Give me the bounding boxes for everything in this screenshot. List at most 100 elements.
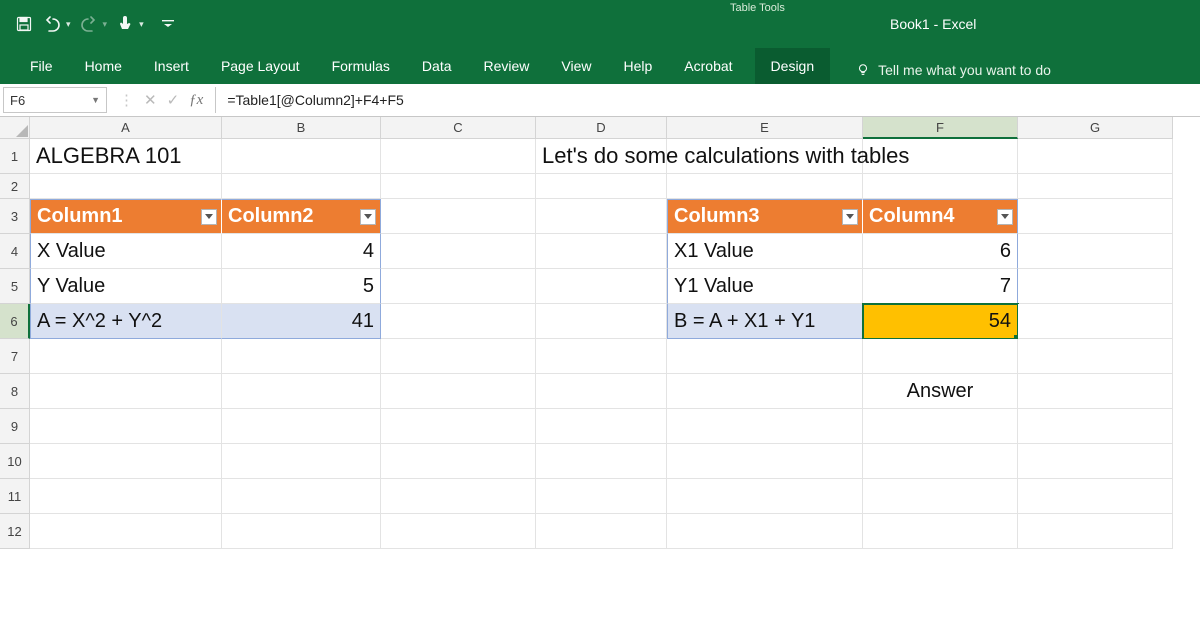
cell-E4[interactable]: X1 Value (667, 234, 863, 269)
cancel-icon[interactable]: ✕ (144, 91, 157, 109)
cell-E6[interactable]: B = A + X1 + Y1 (667, 304, 863, 339)
cell-A4[interactable]: X Value (30, 234, 222, 269)
cell-C8[interactable] (381, 374, 536, 409)
fx-icon[interactable]: ƒx (189, 92, 203, 109)
cell-D6[interactable] (536, 304, 667, 339)
col-header-C[interactable]: C (381, 117, 536, 139)
cell-A3[interactable]: Column1 (30, 199, 222, 234)
cell-D3[interactable] (536, 199, 667, 234)
cell-F8[interactable]: Answer (863, 374, 1018, 409)
tab-page-layout[interactable]: Page Layout (205, 48, 316, 84)
cell-D8[interactable] (536, 374, 667, 409)
cell-G2[interactable] (1018, 174, 1173, 199)
name-box[interactable]: F6 ▼ (3, 87, 107, 113)
tab-review[interactable]: Review (468, 48, 546, 84)
cell-B9[interactable] (222, 409, 381, 444)
tab-formulas[interactable]: Formulas (316, 48, 406, 84)
col-header-E[interactable]: E (667, 117, 863, 139)
row-header-6[interactable]: 6 (0, 304, 30, 339)
spreadsheet-grid[interactable]: A B C D E F G 1 ALGEBRA 101 Let's do som… (0, 117, 1200, 549)
cell-F4[interactable]: 6 (863, 234, 1018, 269)
tab-data[interactable]: Data (406, 48, 468, 84)
row-header-2[interactable]: 2 (0, 174, 30, 199)
cell-A5[interactable]: Y Value (30, 269, 222, 304)
row-header-10[interactable]: 10 (0, 444, 30, 479)
row-header-7[interactable]: 7 (0, 339, 30, 374)
row-header-1[interactable]: 1 (0, 139, 30, 174)
tell-me-search[interactable]: Tell me what you want to do (830, 48, 1067, 84)
cell-B1[interactable] (222, 139, 381, 174)
cell-E7[interactable] (667, 339, 863, 374)
row-header-12[interactable]: 12 (0, 514, 30, 549)
cell-D1[interactable]: Let's do some calculations with tables (536, 139, 667, 174)
cell-D4[interactable] (536, 234, 667, 269)
cell-D2[interactable] (536, 174, 667, 199)
cell-B12[interactable] (222, 514, 381, 549)
save-icon[interactable] (14, 14, 34, 34)
cell-C9[interactable] (381, 409, 536, 444)
cell-D11[interactable] (536, 479, 667, 514)
cell-C11[interactable] (381, 479, 536, 514)
cell-A11[interactable] (30, 479, 222, 514)
cell-E2[interactable] (667, 174, 863, 199)
cell-G9[interactable] (1018, 409, 1173, 444)
col-header-B[interactable]: B (222, 117, 381, 139)
cell-C2[interactable] (381, 174, 536, 199)
cell-C3[interactable] (381, 199, 536, 234)
cell-G8[interactable] (1018, 374, 1173, 409)
cell-A9[interactable] (30, 409, 222, 444)
row-header-11[interactable]: 11 (0, 479, 30, 514)
cell-F11[interactable] (863, 479, 1018, 514)
filter-icon[interactable] (360, 209, 376, 225)
cell-G4[interactable] (1018, 234, 1173, 269)
touch-mode-icon[interactable] (115, 14, 135, 34)
tab-help[interactable]: Help (608, 48, 669, 84)
cell-G10[interactable] (1018, 444, 1173, 479)
cell-B7[interactable] (222, 339, 381, 374)
tab-acrobat[interactable]: Acrobat (668, 48, 748, 84)
cell-C7[interactable] (381, 339, 536, 374)
formula-split-icon[interactable]: ⋮ (119, 91, 134, 109)
cell-G1[interactable] (1018, 139, 1173, 174)
cell-E5[interactable]: Y1 Value (667, 269, 863, 304)
cell-F10[interactable] (863, 444, 1018, 479)
filter-icon[interactable] (201, 209, 217, 225)
chevron-down-icon[interactable]: ▼ (91, 95, 100, 105)
enter-icon[interactable]: ✓ (167, 91, 180, 109)
cell-D12[interactable] (536, 514, 667, 549)
filter-icon[interactable] (842, 209, 858, 225)
cell-E9[interactable] (667, 409, 863, 444)
cell-G7[interactable] (1018, 339, 1173, 374)
filter-icon[interactable] (997, 209, 1013, 225)
tab-design[interactable]: Design (755, 48, 831, 84)
redo-dropdown-icon[interactable]: ▾ (103, 19, 108, 30)
cell-F3[interactable]: Column4 (863, 199, 1018, 234)
undo-dropdown-icon[interactable]: ▾ (66, 19, 71, 30)
tab-insert[interactable]: Insert (138, 48, 205, 84)
cell-E12[interactable] (667, 514, 863, 549)
row-header-3[interactable]: 3 (0, 199, 30, 234)
touch-dropdown-icon[interactable]: ▾ (139, 19, 144, 30)
cell-C4[interactable] (381, 234, 536, 269)
cell-A7[interactable] (30, 339, 222, 374)
cell-C10[interactable] (381, 444, 536, 479)
cell-C1[interactable] (381, 139, 536, 174)
cell-E11[interactable] (667, 479, 863, 514)
row-header-4[interactable]: 4 (0, 234, 30, 269)
cell-B4[interactable]: 4 (222, 234, 381, 269)
cell-B10[interactable] (222, 444, 381, 479)
cell-G6[interactable] (1018, 304, 1173, 339)
redo-icon[interactable] (79, 14, 99, 34)
cell-E3[interactable]: Column3 (667, 199, 863, 234)
cell-A2[interactable] (30, 174, 222, 199)
cell-A10[interactable] (30, 444, 222, 479)
cell-A6[interactable]: A = X^2 + Y^2 (30, 304, 222, 339)
cell-E8[interactable] (667, 374, 863, 409)
cell-C6[interactable] (381, 304, 536, 339)
cell-B8[interactable] (222, 374, 381, 409)
tab-file[interactable]: File (14, 48, 69, 84)
cell-D5[interactable] (536, 269, 667, 304)
formula-input[interactable]: =Table1[@Column2]+F4+F5 (216, 87, 1197, 113)
cell-F5[interactable]: 7 (863, 269, 1018, 304)
cell-B3[interactable]: Column2 (222, 199, 381, 234)
